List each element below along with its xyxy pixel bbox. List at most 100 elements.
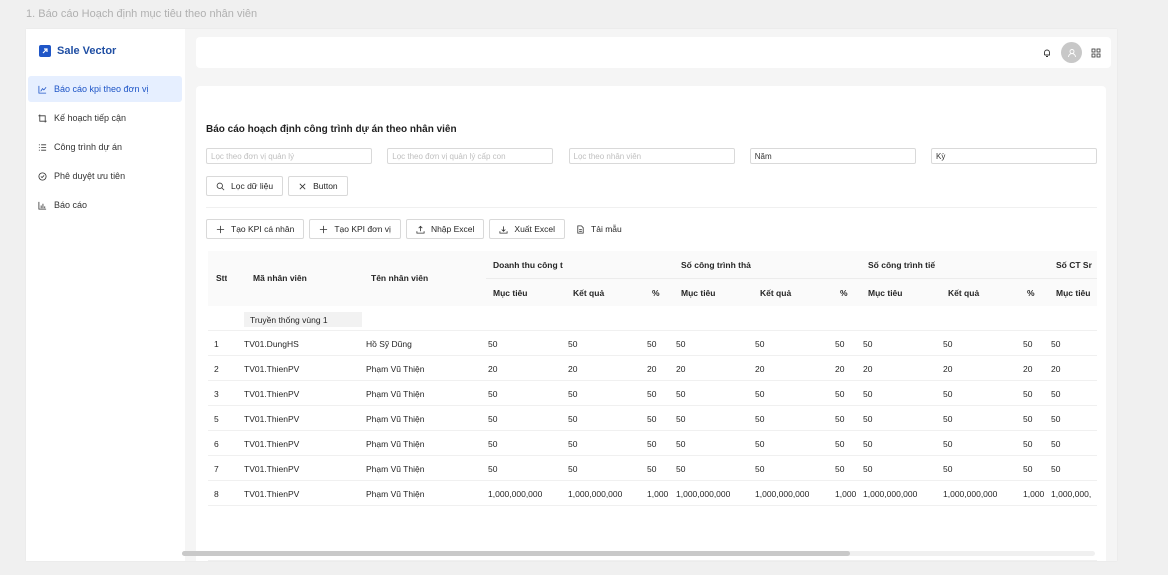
cell-value: 1,000,000,000 xyxy=(863,489,918,499)
header-group-projects-1: Số công trình thả xyxy=(681,260,751,270)
sidebar-item-label: Báo cáo xyxy=(54,200,88,210)
cell-employee-code: TV01.ThienPV xyxy=(244,364,300,374)
list-icon xyxy=(38,143,47,151)
cell-value: 50 xyxy=(676,464,686,474)
cell-value: 1,000 xyxy=(835,489,857,499)
subheader-result: Kết quả xyxy=(760,288,792,298)
cell-value: 1,000,000,000 xyxy=(488,489,543,499)
sidebar-item-label: Báo cáo kpi theo đơn vị xyxy=(54,84,149,94)
app-logo[interactable]: Sale Vector xyxy=(39,45,116,57)
group-row: Truyền thống vùng 1 xyxy=(208,306,1097,331)
horizontal-scrollbar-thumb[interactable] xyxy=(182,551,850,556)
table-row[interactable]: 7 TV01.ThienPV Phạm Vũ Thiện 50 50 50 50 50 50 50… xyxy=(208,456,1097,481)
unit-filter-input[interactable] xyxy=(206,148,372,164)
subheader-target: Mục tiêu xyxy=(1056,288,1091,298)
kpi-table: Stt Mã nhân viên Tên nhân viên Doanh thu… xyxy=(208,251,1097,507)
cell-value: 20 xyxy=(863,364,873,374)
cell-stt: 6 xyxy=(214,439,219,449)
cell-value: 50 xyxy=(1023,414,1033,424)
plus-icon xyxy=(216,225,225,233)
divider xyxy=(206,207,1097,208)
table-header: Stt Mã nhân viên Tên nhân viên Doanh thu… xyxy=(208,251,1097,306)
sidebar-item-kpi-report[interactable]: Báo cáo kpi theo đơn vị xyxy=(28,76,182,102)
table-row[interactable]: 2 TV01.ThienPV Phạm Vũ Thiện 20 20 20 20 20 20 20… xyxy=(208,356,1097,381)
top-bar-actions xyxy=(1042,42,1101,63)
cell-value: 50 xyxy=(755,389,765,399)
app-name: Sale Vector xyxy=(57,45,117,57)
cell-value: 50 xyxy=(863,339,873,349)
cell-value: 50 xyxy=(488,439,498,449)
cell-stt: 1 xyxy=(214,339,219,349)
table-row[interactable]: 5 TV01.ThienPV Phạm Vũ Thiện 50 50 50 50 50 50 50… xyxy=(208,406,1097,431)
table-row[interactable]: 8 TV01.ThienPV Phạm Vũ Thiện 1,000,000,000 1… xyxy=(208,481,1097,506)
export-excel-button[interactable]: Xuất Excel xyxy=(489,219,566,239)
clear-button[interactable]: Button xyxy=(288,176,348,196)
sidebar-item-label: Công trình dự án xyxy=(54,142,123,152)
cell-value: 1,000,000,000 xyxy=(755,489,810,499)
cell-value: 50 xyxy=(863,439,873,449)
cell-value: 50 xyxy=(943,414,953,424)
cell-value: 50 xyxy=(943,439,953,449)
cell-value: 50 xyxy=(647,339,657,349)
cell-value: 50 xyxy=(1051,389,1061,399)
cell-value: 50 xyxy=(568,464,578,474)
cell-value: 50 xyxy=(676,389,686,399)
bar-chart-icon xyxy=(38,201,47,210)
subheader-target: Mục tiêu xyxy=(493,288,528,298)
cell-value: 50 xyxy=(1023,439,1033,449)
cell-value: 50 xyxy=(1051,414,1061,424)
create-unit-kpi-button[interactable]: Tạo KPI đơn vị xyxy=(309,219,401,239)
employee-filter-input[interactable] xyxy=(568,148,735,164)
cell-employee-code: TV01.ThienPV xyxy=(244,464,300,474)
cell-value: 20 xyxy=(676,364,686,374)
clear-button-label: Button xyxy=(313,181,338,191)
sidebar-menu: Báo cáo kpi theo đơn vị Kế hoạch tiếp cậ… xyxy=(28,76,182,221)
apps-grid-icon[interactable] xyxy=(1091,48,1101,58)
cell-stt: 8 xyxy=(214,489,219,499)
table-row[interactable]: 3 TV01.ThienPV Phạm Vũ Thiện 50 50 50 50 50 50 50… xyxy=(208,381,1097,406)
cell-value: 50 xyxy=(1023,339,1033,349)
table-row[interactable]: 1 TV01.DungHS Hồ Sỹ Dũng 50 50 50 50 50 50 50 50 50… xyxy=(208,331,1097,356)
sidebar-item-approach-plan[interactable]: Kế hoạch tiếp cận xyxy=(28,105,182,131)
download-template-button[interactable]: Tải mẫu xyxy=(570,219,628,239)
header-group-projects-3: Số CT Sr xyxy=(1056,260,1092,270)
subheader-target: Mục tiêu xyxy=(681,288,716,298)
sidebar-item-reports[interactable]: Báo cáo xyxy=(28,192,182,218)
page-title: Báo cáo hoạch định công trình dự án theo… xyxy=(206,124,457,135)
cell-employee-name: Phạm Vũ Thiện xyxy=(366,464,425,474)
header-employee-code: Mã nhân viên xyxy=(253,273,307,283)
table-row[interactable]: 6 TV01.ThienPV Phạm Vũ Thiện 50 50 50 50 50 50 50… xyxy=(208,431,1097,456)
close-icon xyxy=(299,183,306,189)
avatar[interactable] xyxy=(1061,42,1082,63)
sidebar-item-projects[interactable]: Công trình dự án xyxy=(28,134,182,160)
table-footer-line xyxy=(208,560,1097,561)
cell-value: 20 xyxy=(835,364,845,374)
subheader-target: Mục tiêu xyxy=(868,288,903,298)
subunit-filter-input[interactable] xyxy=(387,148,554,164)
bell-icon[interactable] xyxy=(1042,48,1052,58)
cell-employee-name: Phạm Vũ Thiện xyxy=(366,439,425,449)
cell-value: 50 xyxy=(943,389,953,399)
sidebar-item-priority-approval[interactable]: Phê duyệt ưu tiên xyxy=(28,163,182,189)
cell-value: 50 xyxy=(835,339,845,349)
cell-value: 50 xyxy=(647,414,657,424)
header-group-projects-2: Số công trình tiế xyxy=(868,260,936,270)
year-input[interactable] xyxy=(749,148,916,164)
import-excel-button[interactable]: Nhập Excel xyxy=(405,219,485,239)
upload-icon xyxy=(416,225,425,234)
logo-arrow-icon xyxy=(39,45,51,57)
crop-icon xyxy=(38,113,47,123)
filter-bar xyxy=(206,148,1097,164)
cell-value: 50 xyxy=(943,464,953,474)
cell-employee-code: TV01.ThienPV xyxy=(244,489,300,499)
cell-value: 20 xyxy=(647,364,657,374)
cell-value: 50 xyxy=(1023,464,1033,474)
cell-employee-code: TV01.ThienPV xyxy=(244,439,300,449)
sidebar-item-label: Kế hoạch tiếp cận xyxy=(54,113,127,123)
line-chart-icon xyxy=(38,85,47,94)
period-input[interactable] xyxy=(931,148,1097,164)
create-personal-kpi-button[interactable]: Tạo KPI cá nhân xyxy=(206,219,305,239)
cell-value: 1,000,000,000 xyxy=(568,489,623,499)
filter-data-button[interactable]: Lọc dữ liệu xyxy=(206,176,284,196)
cell-value: 50 xyxy=(835,464,845,474)
